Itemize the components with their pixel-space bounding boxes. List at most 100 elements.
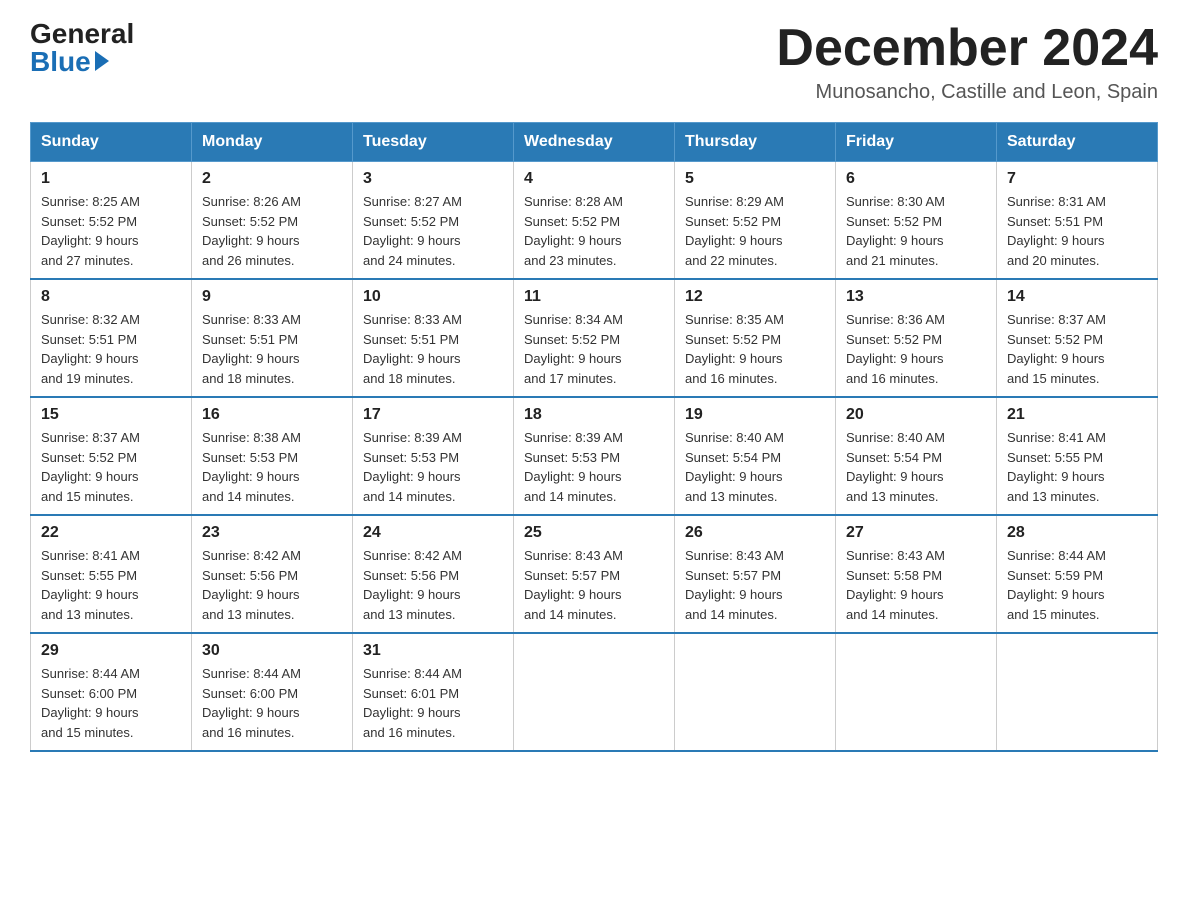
logo: General Blue (30, 20, 134, 76)
day-info: Sunrise: 8:44 AMSunset: 5:59 PMDaylight:… (1007, 546, 1147, 624)
calendar-cell: 9 Sunrise: 8:33 AMSunset: 5:51 PMDaylight… (192, 279, 353, 397)
location-subtitle: Munosancho, Castille and Leon, Spain (776, 81, 1158, 104)
calendar-cell: 3 Sunrise: 8:27 AMSunset: 5:52 PMDaylight… (353, 162, 514, 280)
calendar-week-row: 29Sunrise: 8:44 AMSunset: 6:00 PMDayligh… (31, 633, 1158, 751)
day-info: Sunrise: 8:33 AMSunset: 5:51 PMDaylight:… (202, 310, 342, 388)
calendar-cell: 23Sunrise: 8:42 AMSunset: 5:56 PMDayligh… (192, 515, 353, 633)
day-number: 21 (1007, 406, 1147, 424)
day-number: 2 (202, 170, 342, 188)
logo-blue-text: Blue (30, 48, 109, 76)
calendar-cell: 22 Sunrise: 8:41 AMSunset: 5:55 PMDayligh… (31, 515, 192, 633)
day-number: 29 (41, 642, 181, 660)
day-info: Sunrise: 8:32 AMSunset: 5:51 PMDaylight:… (41, 310, 181, 388)
day-number: 15 (41, 406, 181, 424)
calendar-week-row: 22 Sunrise: 8:41 AMSunset: 5:55 PMDayligh… (31, 515, 1158, 633)
day-info: Sunrise: 8:43 AMSunset: 5:57 PMDaylight:… (524, 546, 664, 624)
logo-arrow-icon (95, 51, 109, 71)
day-number: 13 (846, 288, 986, 306)
page-header: General Blue December 2024 Munosancho, C… (30, 20, 1158, 104)
day-info: Sunrise: 8:37 AMSunset: 5:52 PMDaylight:… (41, 428, 181, 506)
day-header-saturday: Saturday (997, 123, 1158, 162)
calendar-cell: 12 Sunrise: 8:35 AMSunset: 5:52 PMDayligh… (675, 279, 836, 397)
day-number: 18 (524, 406, 664, 424)
calendar-week-row: 1 Sunrise: 8:25 AMSunset: 5:52 PMDaylight… (31, 162, 1158, 280)
day-info: Sunrise: 8:26 AMSunset: 5:52 PMDaylight:… (202, 192, 342, 270)
calendar-cell: 8 Sunrise: 8:32 AMSunset: 5:51 PMDaylight… (31, 279, 192, 397)
calendar-cell (514, 633, 675, 751)
calendar-table: SundayMondayTuesdayWednesdayThursdayFrid… (30, 122, 1158, 752)
day-info: Sunrise: 8:29 AMSunset: 5:52 PMDaylight:… (685, 192, 825, 270)
calendar-cell: 10 Sunrise: 8:33 AMSunset: 5:51 PMDayligh… (353, 279, 514, 397)
day-header-sunday: Sunday (31, 123, 192, 162)
day-number: 28 (1007, 524, 1147, 542)
day-info: Sunrise: 8:42 AMSunset: 5:56 PMDaylight:… (363, 546, 503, 624)
day-info: Sunrise: 8:44 AMSunset: 6:01 PMDaylight:… (363, 664, 503, 742)
day-info: Sunrise: 8:27 AMSunset: 5:52 PMDaylight:… (363, 192, 503, 270)
calendar-cell: 20 Sunrise: 8:40 AMSunset: 5:54 PMDayligh… (836, 397, 997, 515)
day-header-tuesday: Tuesday (353, 123, 514, 162)
day-number: 19 (685, 406, 825, 424)
calendar-cell: 24Sunrise: 8:42 AMSunset: 5:56 PMDayligh… (353, 515, 514, 633)
day-number: 7 (1007, 170, 1147, 188)
calendar-cell: 16 Sunrise: 8:38 AMSunset: 5:53 PMDayligh… (192, 397, 353, 515)
calendar-cell: 30Sunrise: 8:44 AMSunset: 6:00 PMDayligh… (192, 633, 353, 751)
day-number: 3 (363, 170, 503, 188)
day-number: 14 (1007, 288, 1147, 306)
calendar-week-row: 15 Sunrise: 8:37 AMSunset: 5:52 PMDayligh… (31, 397, 1158, 515)
day-info: Sunrise: 8:35 AMSunset: 5:52 PMDaylight:… (685, 310, 825, 388)
day-number: 20 (846, 406, 986, 424)
day-number: 31 (363, 642, 503, 660)
day-info: Sunrise: 8:37 AMSunset: 5:52 PMDaylight:… (1007, 310, 1147, 388)
day-number: 9 (202, 288, 342, 306)
calendar-cell: 7Sunrise: 8:31 AMSunset: 5:51 PMDaylight… (997, 162, 1158, 280)
day-number: 1 (41, 170, 181, 188)
calendar-cell: 2 Sunrise: 8:26 AMSunset: 5:52 PMDaylight… (192, 162, 353, 280)
day-info: Sunrise: 8:33 AMSunset: 5:51 PMDaylight:… (363, 310, 503, 388)
day-number: 17 (363, 406, 503, 424)
calendar-cell: 25Sunrise: 8:43 AMSunset: 5:57 PMDayligh… (514, 515, 675, 633)
day-info: Sunrise: 8:36 AMSunset: 5:52 PMDaylight:… (846, 310, 986, 388)
calendar-cell: 31 Sunrise: 8:44 AMSunset: 6:01 PMDayligh… (353, 633, 514, 751)
day-info: Sunrise: 8:43 AMSunset: 5:58 PMDaylight:… (846, 546, 986, 624)
calendar-header-row: SundayMondayTuesdayWednesdayThursdayFrid… (31, 123, 1158, 162)
logo-general-text: General (30, 20, 134, 48)
calendar-cell: 15 Sunrise: 8:37 AMSunset: 5:52 PMDayligh… (31, 397, 192, 515)
title-block: December 2024 Munosancho, Castille and L… (776, 20, 1158, 104)
calendar-cell: 26Sunrise: 8:43 AMSunset: 5:57 PMDayligh… (675, 515, 836, 633)
calendar-cell: 4 Sunrise: 8:28 AMSunset: 5:52 PMDaylight… (514, 162, 675, 280)
day-info: Sunrise: 8:40 AMSunset: 5:54 PMDaylight:… (846, 428, 986, 506)
day-number: 27 (846, 524, 986, 542)
day-number: 8 (41, 288, 181, 306)
day-info: Sunrise: 8:25 AMSunset: 5:52 PMDaylight:… (41, 192, 181, 270)
calendar-cell: 5 Sunrise: 8:29 AMSunset: 5:52 PMDaylight… (675, 162, 836, 280)
day-number: 10 (363, 288, 503, 306)
month-year-title: December 2024 (776, 20, 1158, 77)
day-info: Sunrise: 8:39 AMSunset: 5:53 PMDaylight:… (363, 428, 503, 506)
day-number: 12 (685, 288, 825, 306)
calendar-cell: 6 Sunrise: 8:30 AMSunset: 5:52 PMDaylight… (836, 162, 997, 280)
day-info: Sunrise: 8:41 AMSunset: 5:55 PMDaylight:… (41, 546, 181, 624)
calendar-cell: 19 Sunrise: 8:40 AMSunset: 5:54 PMDayligh… (675, 397, 836, 515)
calendar-cell: 18 Sunrise: 8:39 AMSunset: 5:53 PMDayligh… (514, 397, 675, 515)
day-number: 30 (202, 642, 342, 660)
day-number: 16 (202, 406, 342, 424)
calendar-cell: 14 Sunrise: 8:37 AMSunset: 5:52 PMDayligh… (997, 279, 1158, 397)
day-number: 22 (41, 524, 181, 542)
day-info: Sunrise: 8:40 AMSunset: 5:54 PMDaylight:… (685, 428, 825, 506)
day-number: 26 (685, 524, 825, 542)
day-number: 6 (846, 170, 986, 188)
day-info: Sunrise: 8:30 AMSunset: 5:52 PMDaylight:… (846, 192, 986, 270)
day-info: Sunrise: 8:38 AMSunset: 5:53 PMDaylight:… (202, 428, 342, 506)
day-header-wednesday: Wednesday (514, 123, 675, 162)
calendar-week-row: 8 Sunrise: 8:32 AMSunset: 5:51 PMDaylight… (31, 279, 1158, 397)
day-number: 11 (524, 288, 664, 306)
day-info: Sunrise: 8:39 AMSunset: 5:53 PMDaylight:… (524, 428, 664, 506)
day-header-friday: Friday (836, 123, 997, 162)
day-number: 5 (685, 170, 825, 188)
calendar-cell: 27 Sunrise: 8:43 AMSunset: 5:58 PMDayligh… (836, 515, 997, 633)
day-info: Sunrise: 8:41 AMSunset: 5:55 PMDaylight:… (1007, 428, 1147, 506)
calendar-cell: 17 Sunrise: 8:39 AMSunset: 5:53 PMDayligh… (353, 397, 514, 515)
day-info: Sunrise: 8:28 AMSunset: 5:52 PMDaylight:… (524, 192, 664, 270)
day-number: 4 (524, 170, 664, 188)
calendar-cell: 29Sunrise: 8:44 AMSunset: 6:00 PMDayligh… (31, 633, 192, 751)
